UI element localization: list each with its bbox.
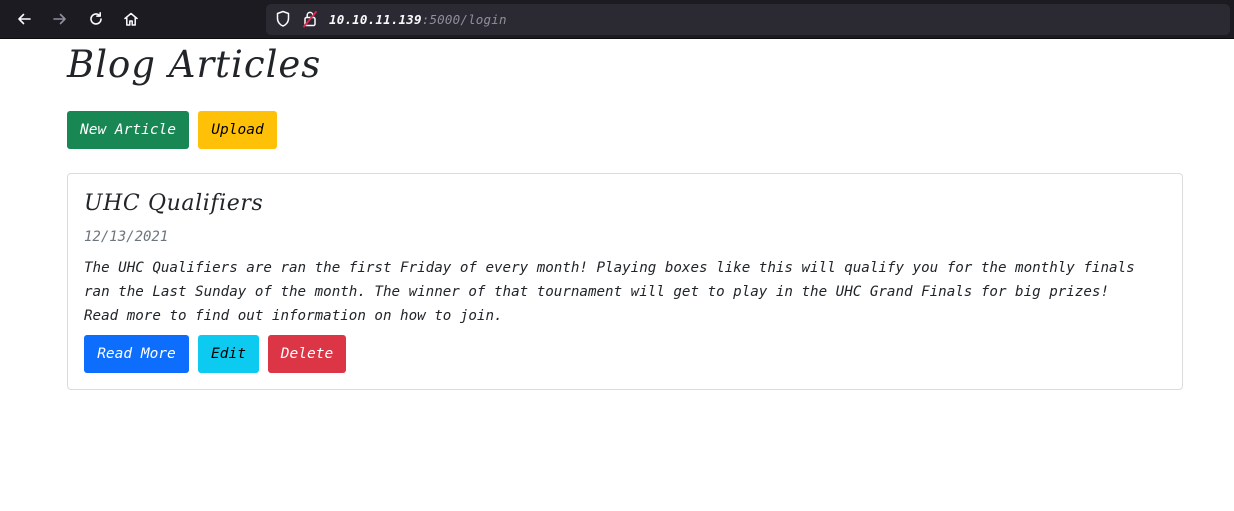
url-host: 10.10.11.139 bbox=[329, 12, 422, 27]
edit-button[interactable]: Edit bbox=[198, 335, 259, 373]
upload-button[interactable]: Upload bbox=[198, 111, 277, 149]
article-body: The UHC Qualifiers are ran the first Fri… bbox=[84, 260, 1135, 324]
browser-toolbar: 10.10.11.139:5000/login bbox=[0, 0, 1234, 39]
page-title: Blog Articles bbox=[67, 43, 322, 86]
address-bar[interactable]: 10.10.11.139:5000/login bbox=[266, 4, 1230, 35]
url-path: :5000/login bbox=[421, 12, 507, 27]
url-text[interactable]: 10.10.11.139:5000/login bbox=[329, 11, 507, 28]
back-button[interactable] bbox=[11, 6, 37, 32]
read-more-button[interactable]: Read More bbox=[84, 335, 189, 373]
new-article-button[interactable]: New Article bbox=[67, 111, 189, 149]
reload-icon bbox=[90, 12, 102, 25]
article-title: UHC Qualifiers bbox=[84, 191, 264, 216]
page-content: Blog Articles New Article Upload UHC Qua… bbox=[0, 39, 1234, 511]
back-arrow-icon bbox=[18, 13, 31, 25]
forward-button[interactable] bbox=[47, 6, 73, 32]
forward-arrow-icon bbox=[53, 13, 66, 25]
delete-button[interactable]: Delete bbox=[268, 335, 346, 373]
shield-icon[interactable] bbox=[275, 10, 291, 32]
home-icon bbox=[124, 12, 138, 26]
insecure-lock-icon[interactable] bbox=[302, 10, 318, 32]
article-card: UHC Qualifiers 12/13/2021 The UHC Qualif… bbox=[67, 173, 1183, 390]
reload-button[interactable] bbox=[83, 6, 109, 32]
home-button[interactable] bbox=[118, 6, 144, 32]
article-date: 12/13/2021 bbox=[84, 229, 169, 245]
